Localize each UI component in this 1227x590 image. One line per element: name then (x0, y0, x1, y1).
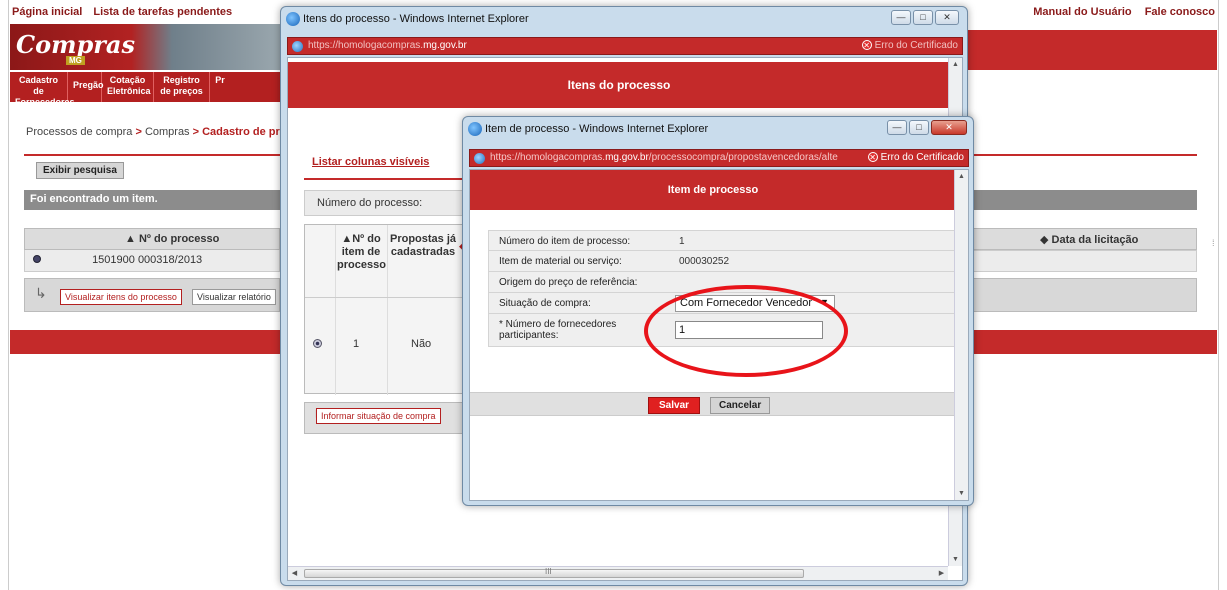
user-manual-link[interactable]: Manual do Usuário (1033, 6, 1131, 18)
row-radio-icon[interactable] (33, 255, 41, 263)
ie-page-icon (474, 153, 485, 164)
column-header-proposals[interactable]: Propostas já cadastradas (389, 233, 457, 259)
close-icon[interactable]: ✕ (931, 120, 967, 135)
certificate-error[interactable]: ✕ Erro do Certificado (861, 40, 958, 51)
cancel-button[interactable]: Cancelar (710, 397, 771, 414)
column-header-item-number[interactable]: ▲Nº do item de processo (337, 233, 386, 272)
column-divider (387, 225, 388, 395)
table-row[interactable] (955, 250, 1197, 272)
nav-pending-tasks-link[interactable]: Lista de tarefas pendentes (93, 6, 232, 18)
ie-icon (286, 12, 300, 26)
form-row-item-number: Número do item de processo: 1 (488, 230, 958, 251)
inform-purchase-situation-button[interactable]: Informar situação de compra (316, 408, 441, 424)
suppliers-count-label: * Número de fornecedores participantes: (499, 319, 617, 341)
menu-item-cotacao[interactable]: Cotação Eletrônica (102, 72, 154, 102)
header-bar-right (955, 30, 1217, 70)
address-url: https://homologacompras.mg.gov.br (308, 40, 467, 51)
error-icon: ✕ (867, 152, 878, 162)
address-bar[interactable]: https://homologacompras.mg.gov.br/proces… (469, 149, 969, 167)
divider (955, 154, 1197, 156)
view-process-items-button[interactable]: Visualizar itens do processo (60, 289, 182, 305)
minimize-icon[interactable]: — (887, 120, 907, 135)
menu-item-registro[interactable]: Registro de preços (154, 72, 210, 102)
column-divider (335, 225, 336, 395)
window-title: Itens do processo - Windows Internet Exp… (303, 13, 529, 25)
divider (24, 154, 280, 156)
table-actions-bar (955, 278, 1197, 312)
breadcrumb: Processos de compra > Compras > Cadastro… (26, 126, 293, 138)
list-visible-columns-link[interactable]: Listar colunas visíveis (312, 156, 429, 168)
contact-link[interactable]: Fale conosco (1145, 6, 1215, 18)
process-table: ▲ Nº do processo 1501900 000318/2013 (24, 228, 280, 272)
row-divider (305, 297, 485, 298)
price-origin-label: Origem do preço de referência: (499, 277, 638, 288)
save-button[interactable]: Salvar (648, 397, 701, 414)
items-header: Itens do processo (288, 62, 950, 108)
scroll-up-icon[interactable]: ▲ (955, 170, 968, 183)
breadcrumb-separator: > (132, 126, 145, 138)
maximize-icon[interactable]: □ (913, 10, 933, 25)
vertical-scrollbar[interactable]: ▲ ▼ (954, 170, 968, 500)
scroll-down-icon[interactable]: ▼ (949, 553, 962, 566)
breadcrumb-item-processes[interactable]: Processos de compra (26, 126, 132, 138)
close-icon[interactable]: ✕ (935, 10, 959, 25)
show-search-button[interactable]: Exibir pesquisa (36, 162, 124, 179)
menu-item-truncated[interactable]: Pr (210, 72, 230, 102)
item-header: Item de processo (470, 170, 956, 210)
menu-item-suppliers[interactable]: Cadastro de Fornecedores (10, 72, 75, 107)
column-header-process-number[interactable]: ▲ Nº do processo (24, 228, 280, 250)
item-number-label: Número do item de processo: (499, 236, 631, 247)
scroll-down-icon[interactable]: ▼ (955, 487, 968, 500)
window-controls: — □ ✕ (891, 10, 959, 25)
process-number-label: Número do processo: (304, 190, 484, 216)
menu-item-pregao[interactable]: Pregão (68, 72, 104, 102)
breadcrumb-separator: > (189, 126, 203, 138)
results-message-bar (955, 190, 1197, 210)
window-title: Item de processo - Windows Internet Expl… (485, 123, 709, 135)
material-label: Item de material ou serviço: (499, 256, 622, 267)
process-number-cell: 1501900 000318/2013 (92, 254, 203, 266)
situation-label: Situação de compra: (499, 298, 591, 309)
main-menu: Cadastro de Fornecedores Pregão Cotação … (10, 72, 280, 107)
scroll-marker-icon: ⁞ (1212, 238, 1215, 248)
item-number-value: 1 (679, 236, 685, 247)
scroll-right-icon[interactable]: ▶ (935, 567, 948, 580)
ie-icon (468, 122, 482, 136)
top-links: Manual do Usuário Fale conosco (1023, 6, 1215, 18)
minimize-icon[interactable]: — (891, 10, 911, 25)
window-controls: — □ ✕ (887, 120, 967, 135)
column-header-bid-date[interactable]: ◆ Data da licitação (955, 228, 1197, 250)
top-nav: Página inicial Lista de tarefas pendente… (12, 6, 240, 18)
scroll-left-icon[interactable]: ◀ (288, 567, 301, 580)
error-icon: ✕ (861, 40, 872, 50)
maximize-icon[interactable]: □ (909, 120, 929, 135)
items-table: ▲Nº do item de processo Propostas já cad… (304, 224, 485, 395)
portal-logo-sub: MG (66, 56, 85, 65)
row-radio-icon[interactable] (313, 339, 322, 348)
scroll-up-icon[interactable]: ▲ (949, 58, 962, 71)
return-arrow-icon: ↳ (35, 285, 47, 301)
divider (304, 178, 484, 180)
certificate-error[interactable]: ✕ Erro do Certificado (863, 152, 964, 163)
scroll-thumb[interactable]: III (304, 567, 804, 578)
view-report-button[interactable]: Visualizar relatório (192, 289, 276, 305)
breadcrumb-item-purchases[interactable]: Compras (145, 126, 190, 138)
ie-page-icon (292, 41, 303, 52)
portal-logo[interactable]: Compras (16, 30, 135, 59)
nav-home-link[interactable]: Página inicial (12, 6, 82, 18)
address-bar[interactable]: https://homologacompras.mg.gov.br ✕ Erro … (287, 37, 963, 55)
form-actions-bar: Salvar Cancelar (470, 392, 956, 416)
horizontal-scrollbar[interactable]: ◀ III ▶ (288, 566, 948, 580)
item-number-cell: 1 (353, 338, 360, 350)
material-value: 000030252 (679, 256, 730, 267)
table-row[interactable]: 1501900 000318/2013 (24, 250, 280, 272)
address-url: https://homologacompras.mg.gov.br/proces… (490, 152, 838, 163)
results-message: Foi encontrado um item. (24, 190, 280, 210)
form-row-material: Item de material ou serviço: 000030252 (488, 251, 958, 272)
highlight-annotation (644, 285, 848, 377)
proposals-cell: Não (411, 338, 432, 350)
